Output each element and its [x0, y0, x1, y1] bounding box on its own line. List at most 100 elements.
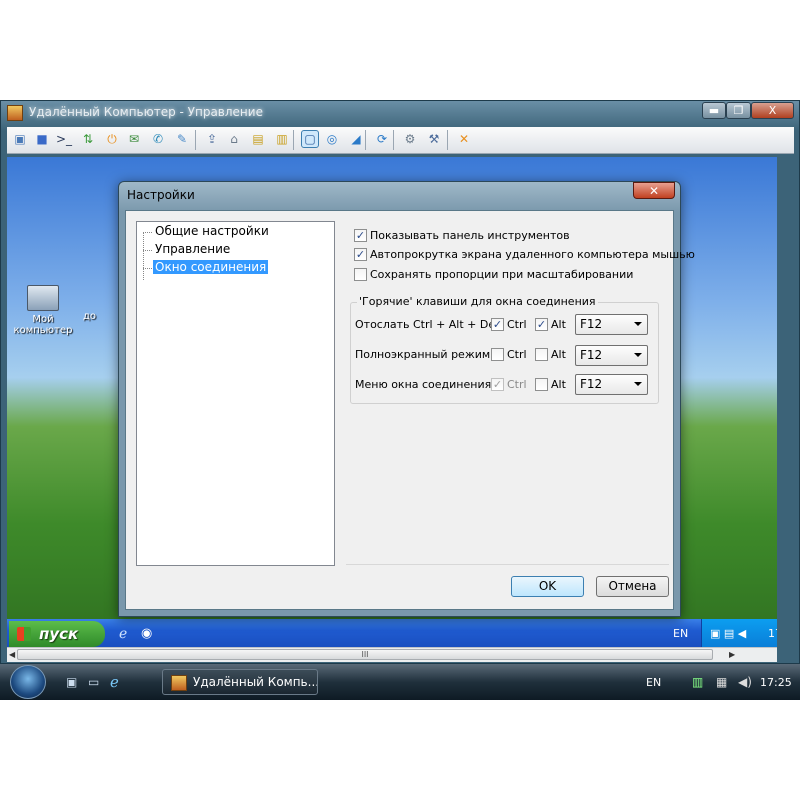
- fit-screen-icon[interactable]: ◎: [323, 130, 341, 148]
- lock-icon[interactable]: ▤: [249, 130, 267, 148]
- media-player-icon[interactable]: ◉: [141, 626, 152, 641]
- key-icon[interactable]: ▥: [273, 130, 291, 148]
- hotkey-connection-menu-alt-checkbox[interactable]: [535, 378, 548, 391]
- window-titlebar[interactable]: Удалённый Компьютер - Управление ▬ ❐ X: [1, 101, 800, 123]
- desktop-icon-my-computer[interactable]: Мой компьютер: [13, 285, 73, 336]
- dialog-body: Общие настройки Управление Окно соединен…: [125, 210, 695, 610]
- desktop-icon-documents[interactable]: до: [83, 311, 123, 322]
- toolbar-separator: [447, 130, 448, 150]
- remote-clock: 17: [768, 627, 777, 640]
- scroll-left-icon[interactable]: ◀: [9, 650, 15, 659]
- hotkeys-legend: 'Горячие' клавиши для окна соединения: [357, 295, 598, 308]
- selected-key: F12: [580, 317, 603, 331]
- desktop-icon-label: до: [83, 311, 97, 322]
- toolbar: ▣ ■ >_ ⇅ ⏻ ✉ ✆ ✎ ⇪ ⌂ ▤ ▥ ▢ ◎ ◢ ⟳ ⚙ ⚒ ✕: [7, 127, 794, 154]
- toolbar-separator: [365, 130, 366, 150]
- scroll-thumb[interactable]: III: [17, 649, 713, 660]
- dialog-title: Настройки: [127, 188, 195, 202]
- hotkey-ctrl-alt-del-key-select[interactable]: F12: [575, 314, 648, 335]
- remote-system-tray: ▣ ▤ ◀ 17: [701, 619, 777, 647]
- tray-icons[interactable]: ▣ ▤ ◀: [710, 627, 746, 640]
- window-title: Удалённый Компьютер - Управление: [29, 105, 263, 119]
- chevron-down-icon: [634, 322, 642, 326]
- chevron-down-icon: [634, 382, 642, 386]
- power-icon[interactable]: ⏻: [103, 130, 121, 148]
- tree-item-general[interactable]: Общие настройки: [153, 224, 271, 238]
- ok-button[interactable]: OK: [511, 576, 584, 597]
- refresh-icon[interactable]: ⟳: [373, 130, 391, 148]
- hotkey-fullscreen-key-select[interactable]: F12: [575, 345, 648, 366]
- network-tray-icon[interactable]: ▥: [692, 675, 703, 689]
- taskbar-item-remote[interactable]: Удалённый Компь...: [162, 669, 318, 695]
- terminal-icon[interactable]: >_: [55, 130, 73, 148]
- hotkey-ctrl-alt-del-ctrl-checkbox[interactable]: ✓: [491, 318, 504, 331]
- screen-icon[interactable]: ■: [33, 130, 51, 148]
- hotkey-connection-menu-ctrl-checkbox: ✓: [491, 378, 504, 391]
- keep-aspect-label: Сохранять пропорции при масштабировании: [370, 268, 634, 281]
- horizontal-scrollbar[interactable]: ◀ III ▶: [7, 647, 777, 662]
- settings-tree[interactable]: Общие настройки Управление Окно соединен…: [136, 221, 335, 566]
- app-icon: [7, 105, 23, 121]
- autoscroll-checkbox[interactable]: ✓: [354, 248, 367, 261]
- vista-start-orb[interactable]: [10, 665, 46, 699]
- lang-indicator[interactable]: EN: [646, 676, 661, 689]
- taskbar-item-label: Удалённый Компь...: [193, 675, 318, 689]
- message-icon[interactable]: ✎: [173, 130, 191, 148]
- alt-label: Alt: [551, 318, 566, 331]
- cancel-button[interactable]: Отмена: [596, 576, 669, 597]
- hotkeys-group: 'Горячие' клавиши для окна соединения От…: [350, 295, 659, 404]
- close-button[interactable]: X: [751, 102, 794, 119]
- desktop-icon-label: Мой компьютер: [13, 314, 73, 336]
- start-button[interactable]: пуск: [9, 621, 105, 647]
- show-toolbar-checkbox[interactable]: ✓: [354, 229, 367, 242]
- hotkey-connection-menu-label: Меню окна соединения:: [355, 378, 495, 391]
- ie-icon[interactable]: ℯ: [119, 626, 127, 642]
- tree-item-control[interactable]: Управление: [153, 242, 232, 256]
- dialog-close-button[interactable]: ✕: [633, 182, 675, 199]
- clock: 17:25: [760, 676, 792, 689]
- hotkey-ctrl-alt-del-alt-checkbox[interactable]: ✓: [535, 318, 548, 331]
- tree-connector: [143, 268, 152, 269]
- fullscreen-icon[interactable]: ▢: [301, 130, 319, 148]
- phone-icon[interactable]: ✆: [149, 130, 167, 148]
- chevron-down-icon: [634, 353, 642, 357]
- hotkey-fullscreen-ctrl-checkbox[interactable]: [491, 348, 504, 361]
- hotkey-connection-menu-key-select[interactable]: F12: [575, 374, 648, 395]
- remote-lang-indicator[interactable]: EN: [673, 627, 688, 640]
- close-connection-icon[interactable]: ✕: [455, 130, 473, 148]
- toolbar-separator: [393, 130, 394, 150]
- tree-item-connection-window[interactable]: Окно соединения: [153, 260, 269, 274]
- divider: [346, 564, 669, 565]
- keep-aspect-checkbox[interactable]: [354, 268, 367, 281]
- tree-connector: [143, 232, 152, 233]
- toolbar-separator: [293, 130, 294, 150]
- upload-icon[interactable]: ⇪: [203, 130, 221, 148]
- scale-icon[interactable]: ◢: [347, 130, 365, 148]
- toolbar-separator: [195, 130, 196, 150]
- show-toolbar-label: Показывать панель инструментов: [370, 229, 570, 242]
- computer-icon: [27, 285, 59, 311]
- hotkey-fullscreen-label: Полноэкранный режим:: [355, 348, 494, 361]
- maximize-button[interactable]: ❐: [726, 102, 751, 119]
- chat-icon[interactable]: ✉: [125, 130, 143, 148]
- start-label: пуск: [39, 625, 79, 643]
- tree-connector: [143, 232, 144, 280]
- settings-icon[interactable]: ⚙: [401, 130, 419, 148]
- ctrl-label: Ctrl: [507, 378, 527, 391]
- ie-quicklaunch-icon[interactable]: ℯ: [110, 673, 119, 691]
- tree-connector: [143, 250, 152, 251]
- network-icon[interactable]: ⌂: [225, 130, 243, 148]
- tools-icon[interactable]: ⚒: [425, 130, 443, 148]
- hotkey-fullscreen-alt-checkbox[interactable]: [535, 348, 548, 361]
- scroll-right-icon[interactable]: ▶: [729, 650, 735, 659]
- switch-windows-icon[interactable]: ▭: [88, 675, 99, 689]
- connection-tray-icon[interactable]: ▦: [716, 675, 727, 689]
- volume-icon[interactable]: ◀): [738, 675, 752, 689]
- show-desktop-icon[interactable]: ▣: [66, 675, 77, 689]
- selected-key: F12: [580, 377, 603, 391]
- host-taskbar: ▣ ▭ ℯ Удалённый Компь... EN ▥ ▦ ◀) 17:25: [0, 664, 800, 700]
- minimize-button[interactable]: ▬: [702, 102, 726, 119]
- transfer-icon[interactable]: ⇅: [79, 130, 97, 148]
- monitor-icon[interactable]: ▣: [11, 130, 29, 148]
- alt-label: Alt: [551, 348, 566, 361]
